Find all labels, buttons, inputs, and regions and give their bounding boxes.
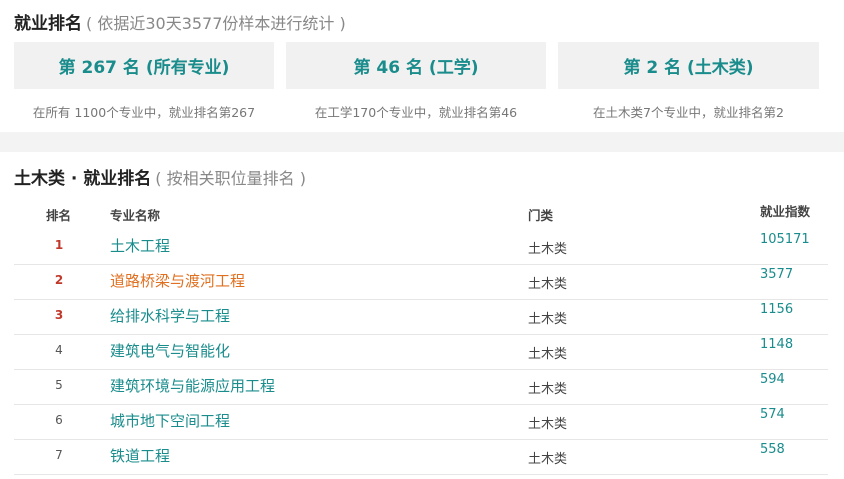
major-link[interactable]: 给排水科学与工程 — [110, 305, 230, 326]
table-row: 6 城市地下空间工程 土木类 574 — [14, 404, 828, 440]
category-ranking-heading: 土木类 · 就业排名( 按相关职位量排名 ) — [14, 164, 306, 189]
column-header-rank: 排名 — [46, 208, 72, 223]
major-link[interactable]: 土木工程 — [110, 235, 170, 256]
row-category: 土木类 — [528, 452, 568, 467]
category-ranking-title: 土木类 · 就业排名 — [14, 169, 152, 189]
category-ranking-subtitle: ( 按相关职位量排名 ) — [155, 169, 306, 188]
column-header-category: 门类 — [528, 208, 554, 223]
rank-card-label: 第 267 名 (所有专业) — [58, 58, 230, 78]
table-row: 1 土木工程 土木类 105171 — [14, 229, 828, 265]
row-index: 574 — [760, 407, 785, 422]
employment-ranking-title: 就业排名 — [14, 14, 82, 34]
rank-card-note: 在所有 1100个专业中，就业排名第267 — [32, 105, 256, 120]
row-rank: 1 — [54, 238, 64, 252]
row-category: 土木类 — [528, 242, 568, 257]
row-rank: 5 — [55, 378, 63, 392]
major-link[interactable]: 道路桥梁与渡河工程 — [110, 270, 245, 291]
row-index: 1148 — [760, 337, 794, 352]
rank-card-note: 在土木类7个专业中，就业排名第2 — [593, 105, 784, 120]
column-header-index: 就业指数 — [760, 204, 811, 219]
row-rank: 2 — [54, 273, 64, 287]
table-row: 5 建筑环境与能源应用工程 土木类 594 — [14, 369, 828, 405]
row-rank: 7 — [55, 448, 63, 462]
row-category: 土木类 — [528, 277, 568, 292]
rank-card-engineering: 第 46 名 (工学) — [286, 42, 546, 89]
row-category: 土木类 — [528, 312, 568, 327]
row-rank: 6 — [55, 413, 63, 427]
rank-card-label: 第 2 名 (土木类) — [623, 58, 754, 78]
section-divider — [0, 132, 844, 152]
table-row: 2 道路桥梁与渡河工程 土木类 3577 — [14, 264, 828, 300]
row-index: 1156 — [760, 302, 794, 317]
row-category: 土木类 — [528, 347, 568, 362]
row-index: 558 — [760, 442, 785, 457]
row-category: 土木类 — [528, 382, 568, 397]
row-index: 594 — [760, 372, 785, 387]
row-rank: 3 — [54, 308, 64, 322]
major-link[interactable]: 建筑环境与能源应用工程 — [110, 375, 275, 396]
table-row: 3 给排水科学与工程 土木类 1156 — [14, 299, 828, 335]
table-row: 4 建筑电气与智能化 土木类 1148 — [14, 334, 828, 370]
rank-card-note: 在工学170个专业中，就业排名第46 — [314, 105, 518, 120]
row-rank: 4 — [55, 343, 63, 357]
major-link[interactable]: 城市地下空间工程 — [110, 410, 230, 431]
row-category: 土木类 — [528, 417, 568, 432]
rank-card-all-majors: 第 267 名 (所有专业) — [14, 42, 274, 89]
employment-ranking-subtitle: ( 依据近30天3577份样本进行统计 ) — [86, 14, 346, 33]
table-row: 7 铁道工程 土木类 558 — [14, 439, 828, 475]
column-header-name: 专业名称 — [110, 208, 161, 223]
rank-card-civil: 第 2 名 (土木类) — [558, 42, 819, 89]
rank-card-label: 第 46 名 (工学) — [353, 58, 479, 78]
row-index: 3577 — [760, 267, 794, 282]
employment-ranking-heading: 就业排名( 依据近30天3577份样本进行统计 ) — [14, 9, 346, 34]
major-link[interactable]: 铁道工程 — [110, 445, 170, 466]
row-index: 105171 — [760, 232, 810, 247]
major-link[interactable]: 建筑电气与智能化 — [110, 340, 230, 361]
